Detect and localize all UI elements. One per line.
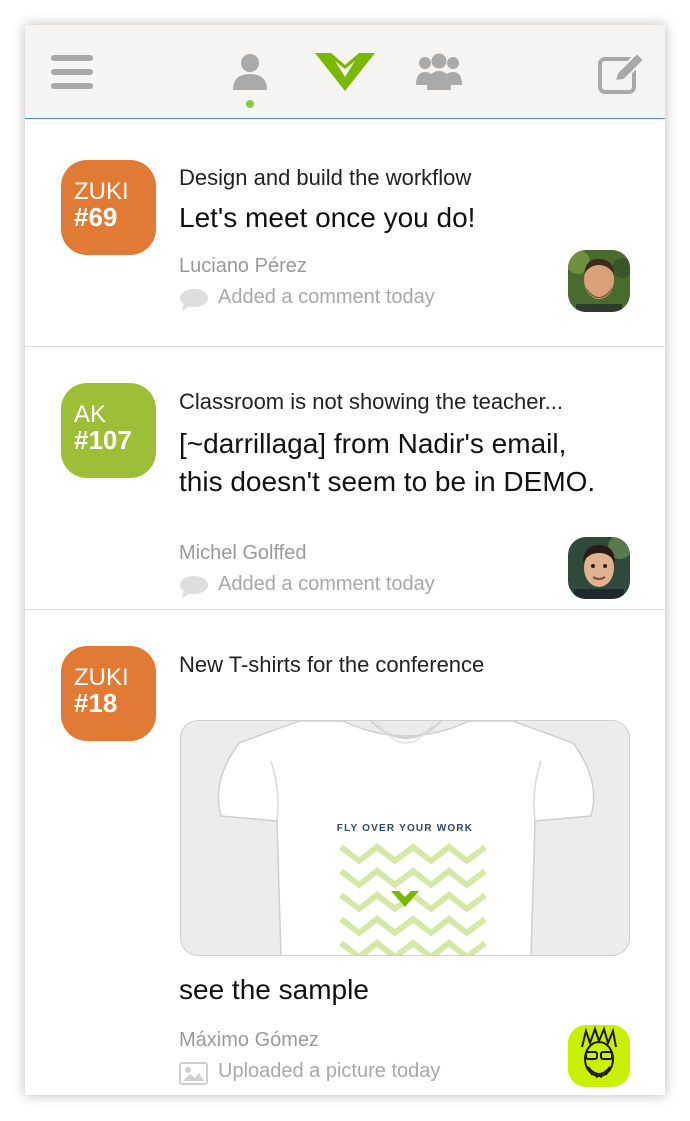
activity-text: Added a comment today bbox=[218, 573, 435, 595]
comment-icon bbox=[180, 289, 208, 311]
item-message-line: this doesn't seem to be in DEMO. bbox=[179, 466, 596, 497]
badge-project: AK bbox=[74, 401, 107, 428]
feed-item[interactable]: ZUKI #18 New T-shirts for the conference bbox=[25, 610, 665, 1095]
item-author[interactable]: Luciano Pérez bbox=[179, 255, 307, 278]
badge-number: #69 bbox=[74, 202, 118, 232]
avatar[interactable] bbox=[568, 250, 630, 312]
item-author[interactable]: Máximo Gómez bbox=[179, 1029, 319, 1052]
active-tab-indicator bbox=[246, 100, 254, 108]
item-title: New T-shirts for the conference bbox=[179, 652, 485, 677]
item-author[interactable]: Michel Golffed bbox=[179, 542, 306, 565]
item-message-line: [~darrillaga] from Nadir's email, bbox=[179, 428, 567, 459]
image-preview[interactable]: FLY OVER YOUR WORK bbox=[180, 720, 630, 956]
person-icon[interactable] bbox=[231, 52, 269, 92]
app-screen: ZUKI #69 Design and build the workflow L… bbox=[25, 25, 665, 1095]
item-title: Design and build the workflow bbox=[179, 165, 472, 190]
project-badge: ZUKI #18 bbox=[61, 646, 156, 741]
avatar[interactable] bbox=[568, 1025, 630, 1087]
comment-icon bbox=[180, 576, 208, 598]
project-badge: ZUKI #69 bbox=[61, 160, 156, 255]
feed-item[interactable]: ZUKI #69 Design and build the workflow L… bbox=[25, 120, 665, 347]
picture-icon bbox=[179, 1062, 208, 1085]
group-icon[interactable] bbox=[416, 53, 462, 91]
project-badge: AK #107 bbox=[61, 383, 156, 478]
compose-icon[interactable] bbox=[597, 51, 647, 95]
top-nav-bar bbox=[25, 25, 665, 119]
avatar[interactable] bbox=[568, 537, 630, 599]
badge-project: ZUKI bbox=[74, 178, 129, 205]
activity-text: Added a comment today bbox=[218, 286, 435, 308]
tshirt-slogan: FLY OVER YOUR WORK bbox=[337, 823, 473, 834]
item-message: see the sample bbox=[179, 974, 369, 1005]
badge-number: #107 bbox=[74, 425, 132, 455]
chevron-logo-icon[interactable] bbox=[313, 47, 377, 95]
activity-text: Uploaded a picture today bbox=[218, 1060, 441, 1082]
badge-project: ZUKI bbox=[74, 664, 129, 691]
item-title: Classroom is not showing the teacher... bbox=[179, 389, 563, 414]
badge-number: #18 bbox=[74, 688, 118, 718]
tshirt-image: FLY OVER YOUR WORK bbox=[217, 721, 595, 955]
item-message: Let's meet once you do! bbox=[179, 202, 476, 233]
hamburger-menu-icon[interactable] bbox=[51, 53, 95, 91]
feed-item[interactable]: AK #107 Classroom is not showing the tea… bbox=[25, 347, 665, 610]
